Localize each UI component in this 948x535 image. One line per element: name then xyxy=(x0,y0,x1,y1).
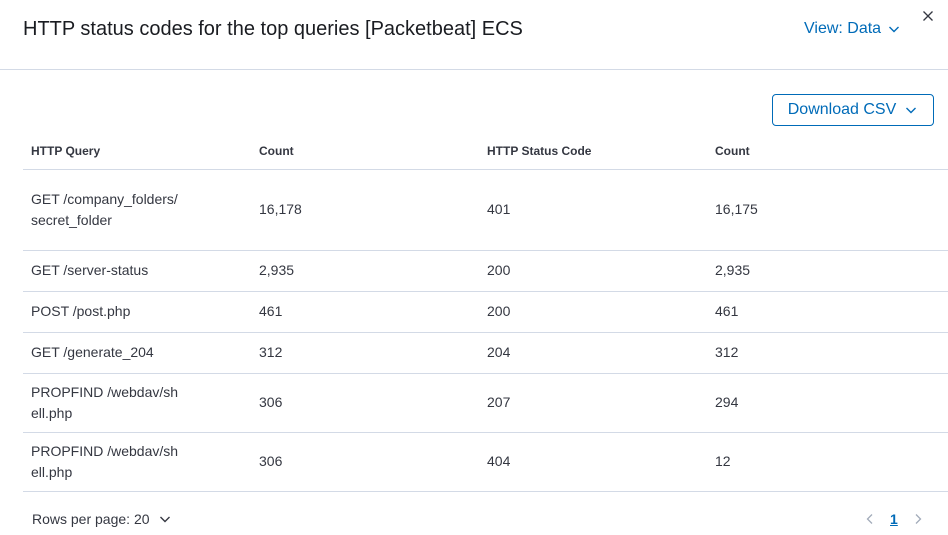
chevron-right-icon xyxy=(915,514,922,524)
view-mode-button[interactable]: View: Data xyxy=(804,18,901,40)
table-row: GET /server-status 2,935 200 2,935 xyxy=(23,250,948,292)
flyout-header: HTTP status codes for the top queries [P… xyxy=(0,0,948,70)
cell-count: 306 xyxy=(251,373,479,433)
cell-http-query: PROPFIND /webdav/shell.php xyxy=(31,383,179,421)
cell-count: 312 xyxy=(251,332,479,374)
cell-status-count: 461 xyxy=(707,291,948,333)
cell-status-code: 401 xyxy=(479,169,707,251)
rows-per-page-label: Rows per page: 20 xyxy=(32,511,150,527)
cell-status-count: 12 xyxy=(707,432,948,492)
cell-status-count: 294 xyxy=(707,373,948,433)
close-icon xyxy=(922,9,934,27)
column-header-count[interactable]: Count xyxy=(251,134,479,170)
column-header-status-count[interactable]: Count xyxy=(707,134,948,170)
cell-http-query: GET /server-status xyxy=(31,262,149,278)
flyout-panel: HTTP status codes for the top queries [P… xyxy=(0,0,948,535)
chevron-down-icon xyxy=(887,22,901,36)
data-table: HTTP Query Count HTTP Status Code Count … xyxy=(23,134,948,492)
cell-count: 306 xyxy=(251,432,479,492)
table-row: PROPFIND /webdav/shell.php 306 207 294 xyxy=(23,373,948,433)
cell-status-code: 404 xyxy=(479,432,707,492)
cell-status-count: 312 xyxy=(707,332,948,374)
cell-http-query: POST /post.php xyxy=(31,303,131,319)
table-row: POST /post.php 461 200 461 xyxy=(23,291,948,333)
cell-status-code: 204 xyxy=(479,332,707,374)
page-number-button[interactable]: 1 xyxy=(890,511,898,527)
cell-status-count: 16,175 xyxy=(707,169,948,251)
close-button[interactable] xyxy=(920,10,936,26)
rows-per-page-button[interactable]: Rows per page: 20 xyxy=(32,509,172,529)
pagination: 1 xyxy=(864,509,924,529)
chevron-down-icon xyxy=(904,103,918,117)
cell-http-query: GET /company_folders/secret_folder xyxy=(31,190,178,228)
column-header-http-status-code[interactable]: HTTP Status Code xyxy=(479,134,707,170)
cell-status-code: 200 xyxy=(479,250,707,292)
table-header-row: HTTP Query Count HTTP Status Code Count xyxy=(23,134,948,170)
cell-status-count: 2,935 xyxy=(707,250,948,292)
table-row: PROPFIND /webdav/shell.php 306 404 12 xyxy=(23,432,948,492)
next-page-button[interactable] xyxy=(912,512,924,526)
chevron-down-icon xyxy=(158,512,172,526)
cell-count: 461 xyxy=(251,291,479,333)
page-title: HTTP status codes for the top queries [P… xyxy=(23,18,523,40)
download-csv-label: Download CSV xyxy=(787,101,897,118)
cell-status-code: 200 xyxy=(479,291,707,333)
previous-page-button[interactable] xyxy=(864,512,876,526)
table-row: GET /company_folders/secret_folder 16,17… xyxy=(23,169,948,251)
view-mode-label: View: Data xyxy=(804,20,882,37)
column-header-http-query[interactable]: HTTP Query xyxy=(23,134,251,170)
cell-count: 16,178 xyxy=(251,169,479,251)
cell-http-query: GET /generate_204 xyxy=(31,344,154,360)
chevron-left-icon xyxy=(866,514,873,524)
cell-status-code: 207 xyxy=(479,373,707,433)
table-row: GET /generate_204 312 204 312 xyxy=(23,332,948,374)
download-csv-button[interactable]: Download CSV xyxy=(772,94,934,126)
cell-count: 2,935 xyxy=(251,250,479,292)
cell-http-query: PROPFIND /webdav/shell.php xyxy=(31,442,179,480)
